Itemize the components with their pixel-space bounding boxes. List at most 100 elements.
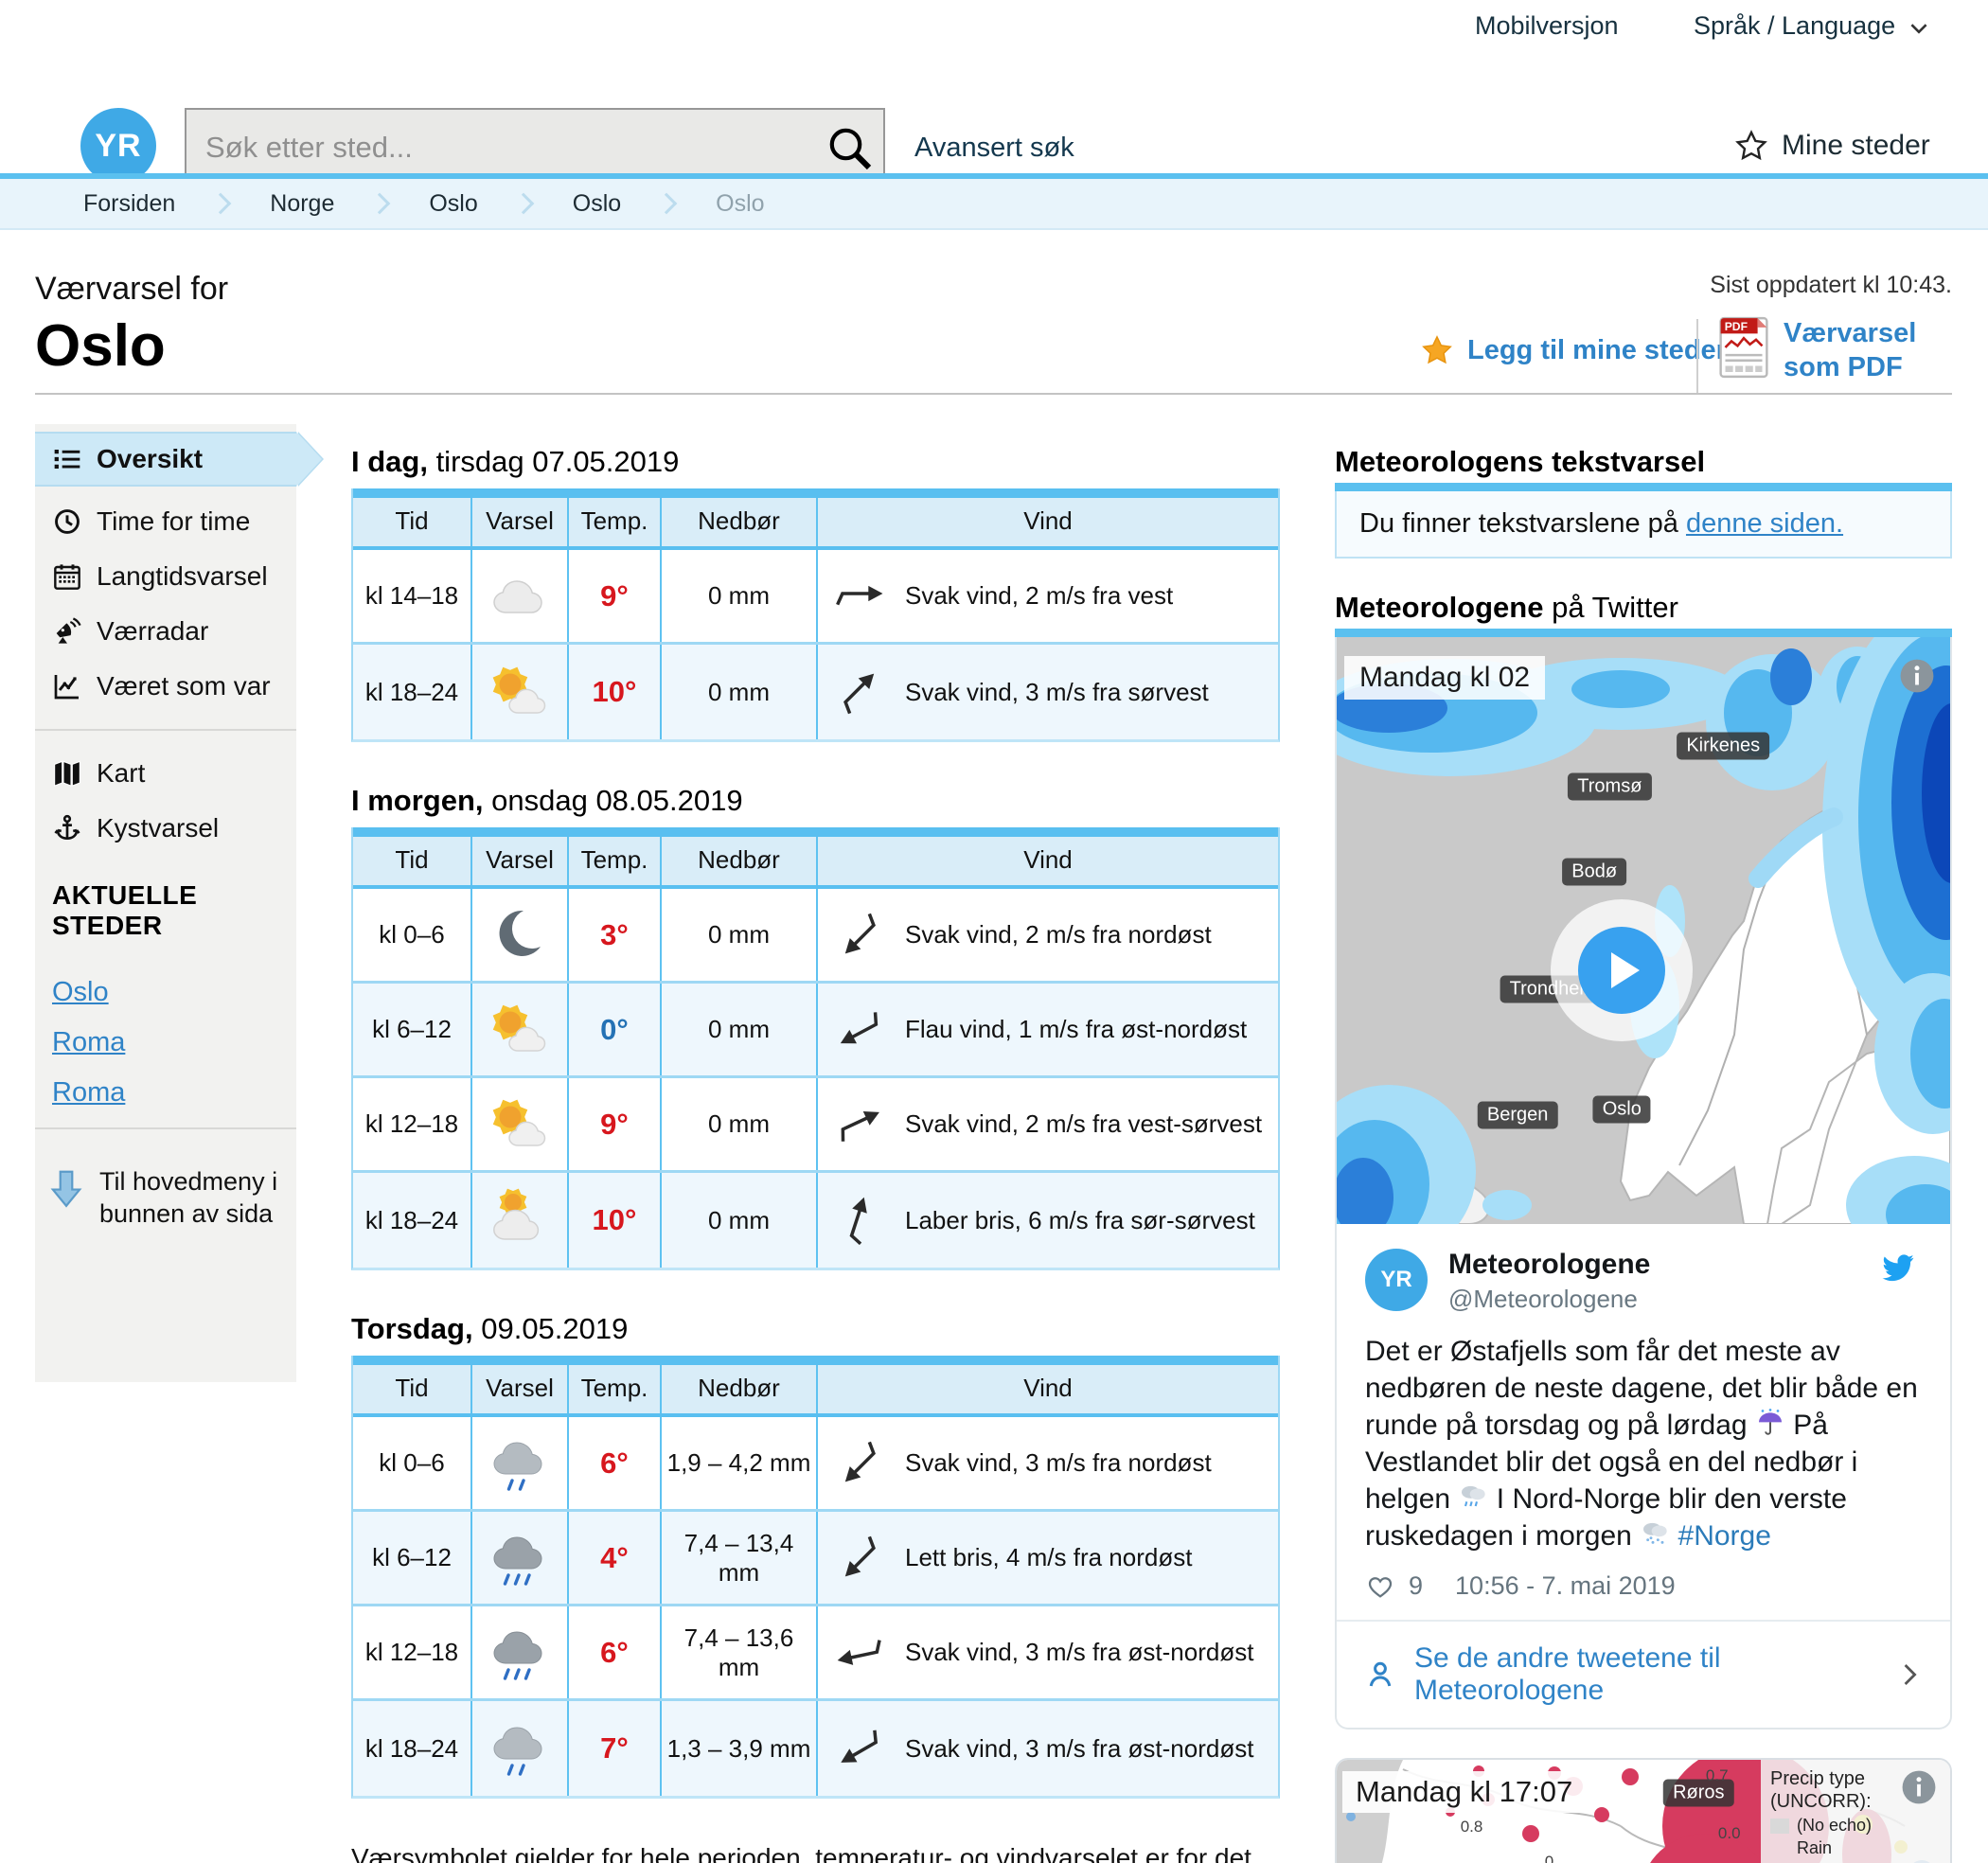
divider bbox=[1696, 319, 1698, 393]
precipitation-map[interactable]: Mandag kl 02 KirkenesTromsøBodøTrondheim… bbox=[1337, 637, 1950, 1224]
snowcloud-emoji-icon bbox=[1640, 1518, 1670, 1549]
wind-description: Svak vind, 3 m/s fra nordøst bbox=[905, 1448, 1212, 1478]
table-row[interactable]: kl 0–63°0 mmSvak vind, 2 m/s fra nordøst bbox=[353, 889, 1278, 984]
breadcrumb-item[interactable]: Oslo bbox=[573, 190, 621, 218]
divider bbox=[35, 393, 1952, 395]
time-cell: kl 12–18 bbox=[353, 1606, 472, 1698]
table-row[interactable]: kl 6–120°0 mmFlau vind, 1 m/s fra øst-no… bbox=[353, 984, 1278, 1078]
yr-logo[interactable]: YR bbox=[80, 108, 156, 184]
accent-bar bbox=[353, 1356, 1278, 1365]
map-time-label: Mandag kl 02 bbox=[1344, 656, 1545, 700]
pdf-forecast-label: Værvarsel som PDF bbox=[1784, 316, 1973, 384]
radar-value-label: 0.0 bbox=[1718, 1824, 1741, 1843]
table-row[interactable]: kl 18–2410°0 mmLaber bris, 6 m/s fra sør… bbox=[353, 1173, 1278, 1268]
twitter-bird-icon[interactable] bbox=[1878, 1251, 1918, 1285]
advanced-search-link[interactable]: Avansert søk bbox=[914, 133, 1074, 164]
precipitation-cell: 0 mm bbox=[662, 1078, 818, 1170]
table-row[interactable]: kl 18–2410°0 mmSvak vind, 3 m/s fra sørv… bbox=[353, 645, 1278, 739]
sidebar-note-label: Til hovedmeny i bunnen av sida bbox=[99, 1165, 285, 1230]
table-row[interactable]: kl 6–124°7,4 – 13,4 mmLett bris, 4 m/s f… bbox=[353, 1512, 1278, 1606]
radar-card[interactable]: Mandag kl 17:07 RørosLillehammer 0.70.00… bbox=[1335, 1758, 1952, 1863]
radar-time-label: Mandag kl 17:07 bbox=[1342, 1771, 1586, 1813]
temperature-value: 7° bbox=[600, 1731, 629, 1765]
breadcrumb-item[interactable]: Oslo bbox=[429, 190, 477, 218]
tweet[interactable]: YR Meteorologene @Meteorologene Det er Ø… bbox=[1337, 1224, 1950, 1620]
table-row[interactable]: kl 18–247°1,3 – 3,9 mmSvak vind, 3 m/s f… bbox=[353, 1701, 1278, 1796]
sidebar-place-link[interactable]: Oslo bbox=[35, 977, 296, 1008]
sidebar-item-oversikt[interactable]: Oversikt bbox=[35, 432, 296, 487]
sidebar-item-kystvarsel[interactable]: Kystvarsel bbox=[35, 801, 296, 856]
wind-direction-icon bbox=[833, 580, 886, 612]
sidebar-place-link[interactable]: Roma bbox=[35, 1077, 296, 1109]
weather-symbol-cell bbox=[472, 889, 569, 981]
sidebar-item-kart[interactable]: Kart bbox=[35, 746, 296, 801]
divider bbox=[35, 729, 296, 731]
info-icon[interactable] bbox=[1901, 1769, 1937, 1805]
list-icon bbox=[52, 444, 82, 474]
mobile-version-link[interactable]: Mobilversjon bbox=[1475, 11, 1619, 41]
table-row[interactable]: kl 12–186°7,4 – 13,6 mmSvak vind, 3 m/s … bbox=[353, 1606, 1278, 1701]
precipitation-cell: 1,9 – 4,2 mm bbox=[662, 1417, 818, 1509]
wind-direction-icon bbox=[829, 905, 890, 966]
temperature-cell: 7° bbox=[569, 1701, 662, 1796]
weather-symbol-cell bbox=[472, 984, 569, 1075]
tweet-text: Det er Østafjells som får det meste av n… bbox=[1365, 1333, 1922, 1554]
table-row[interactable]: kl 14–189°0 mmSvak vind, 2 m/s fra vest bbox=[353, 550, 1278, 645]
column-header: Vind bbox=[818, 837, 1278, 885]
breadcrumb-item[interactable]: Norge bbox=[270, 190, 334, 218]
wind-description: Lett bris, 4 m/s fra nordøst bbox=[905, 1543, 1192, 1572]
more-tweets-link[interactable]: Se de andre tweetene til Meteorologene bbox=[1337, 1620, 1950, 1728]
avatar[interactable]: YR bbox=[1365, 1249, 1428, 1311]
temperature-cell: 6° bbox=[569, 1417, 662, 1509]
forecast-table: TidVarselTemp.NedbørVindkl 14–189°0 mmSv… bbox=[351, 488, 1280, 742]
temperature-value: 4° bbox=[600, 1541, 629, 1575]
time-cell: kl 0–6 bbox=[353, 1417, 472, 1509]
table-row[interactable]: kl 12–189°0 mmSvak vind, 2 m/s fra vest-… bbox=[353, 1078, 1278, 1173]
city-label: Kirkenes bbox=[1677, 732, 1769, 759]
breadcrumb-item[interactable]: Forsiden bbox=[83, 190, 175, 218]
pdf-forecast-link[interactable]: PDF Værvarsel som PDF bbox=[1719, 316, 1973, 384]
sidebar-item-time-for-time[interactable]: Time for time bbox=[35, 494, 296, 549]
page-title: Oslo bbox=[35, 312, 166, 380]
weather-symbol-cell bbox=[472, 1078, 569, 1170]
hashtag-link[interactable]: #Norge bbox=[1678, 1520, 1771, 1552]
sidebar-item-v-rradar[interactable]: Værradar bbox=[35, 604, 296, 659]
city-label: Tromsø bbox=[1568, 773, 1651, 801]
heart-icon[interactable] bbox=[1365, 1572, 1395, 1601]
my-places-link[interactable]: Mine steder bbox=[1734, 129, 1930, 163]
wind-direction-icon bbox=[829, 1528, 890, 1588]
sidebar-item-v-ret-som-var[interactable]: Været som var bbox=[35, 659, 296, 714]
tweet-timestamp[interactable]: 10:56 - 7. mai 2019 bbox=[1455, 1571, 1676, 1601]
forecast-table: TidVarselTemp.NedbørVindkl 0–66°1,9 – 4,… bbox=[351, 1356, 1280, 1799]
legend-title: Precip type (UNCORR): bbox=[1770, 1767, 1884, 1813]
sidebar-item-langtidsvarsel[interactable]: Langtidsvarsel bbox=[35, 549, 296, 604]
weather-symbol-cell bbox=[472, 1512, 569, 1604]
sidebar-place-link[interactable]: Roma bbox=[35, 1027, 296, 1058]
person-icon bbox=[1363, 1658, 1397, 1692]
radar-map[interactable]: Mandag kl 17:07 RørosLillehammer 0.70.00… bbox=[1337, 1760, 1950, 1863]
column-header: Nedbør bbox=[662, 498, 818, 546]
add-to-my-places-button[interactable]: Legg til mine steder bbox=[1420, 333, 1727, 367]
table-row[interactable]: kl 0–6 6°1,9 – 4,2 mm Svak vind, 3 m/s fra… bbox=[353, 1417, 1278, 1512]
wind-description: Svak vind, 2 m/s fra vest bbox=[905, 581, 1173, 611]
sidebar-jump-to-menu[interactable]: Til hovedmeny i bunnen av sida bbox=[35, 1144, 296, 1230]
time-cell: kl 14–18 bbox=[353, 550, 472, 642]
temperature-cell: 9° bbox=[569, 1078, 662, 1170]
column-header: Varsel bbox=[472, 837, 569, 885]
search-icon[interactable] bbox=[823, 121, 876, 174]
language-menu[interactable]: Språk / Language bbox=[1694, 11, 1931, 41]
precipitation-cell: 1,3 – 3,9 mm bbox=[662, 1701, 818, 1796]
play-button[interactable] bbox=[1551, 899, 1693, 1041]
sidebar-heading: AKTUELLE STEDER bbox=[35, 856, 296, 958]
info-icon[interactable] bbox=[1899, 658, 1935, 694]
temperature-cell: 4° bbox=[569, 1512, 662, 1604]
right-column: Meteorologens tekstvarsel Du finner teks… bbox=[1335, 445, 1952, 1863]
tweet-author-name[interactable]: Meteorologene bbox=[1448, 1249, 1650, 1281]
textforecast-link[interactable]: denne siden. bbox=[1686, 508, 1843, 539]
tweet-author-handle[interactable]: @Meteorologene bbox=[1448, 1285, 1650, 1314]
column-header: Vind bbox=[818, 498, 1278, 546]
rain2-weather-icon bbox=[486, 1714, 554, 1783]
wind-description: Flau vind, 1 m/s fra øst-nordøst bbox=[905, 1015, 1247, 1044]
weather-symbol-cell bbox=[472, 1173, 569, 1268]
sidebar-item-label: Langtidsvarsel bbox=[97, 561, 268, 592]
